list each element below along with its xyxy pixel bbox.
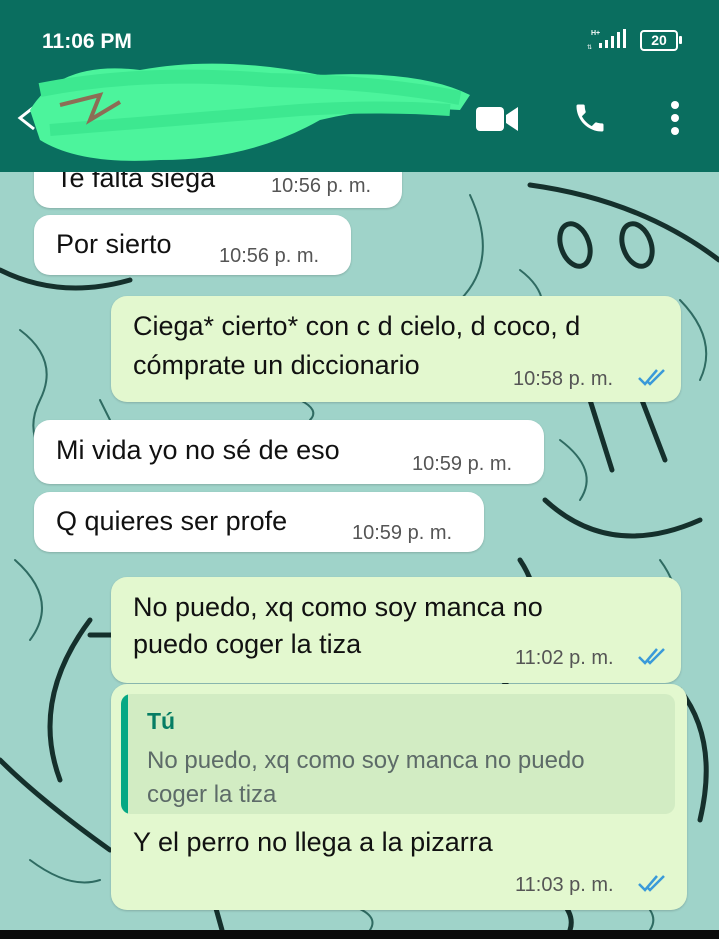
svg-text:⇅: ⇅ bbox=[587, 45, 592, 50]
chat-screen: 11:06 PM H+ ⇅ 20 Te falta siega 10:56 p.… bbox=[0, 0, 719, 930]
quoted-author: Tú bbox=[147, 708, 176, 734]
message-time: 10:56 p. m. bbox=[271, 175, 372, 197]
read-receipt-icon bbox=[637, 643, 669, 674]
message-time: 10:59 p. m. bbox=[412, 453, 513, 475]
incoming-message[interactable]: Mi vida yo no sé de eso 10:59 p. m. bbox=[34, 420, 544, 484]
signal-icon: H+ ⇅ bbox=[587, 28, 631, 55]
message-text-line-1: No puedo, xq como soy manca no bbox=[133, 592, 543, 622]
svg-text:H+: H+ bbox=[591, 30, 600, 37]
incoming-message[interactable]: Por sierto 10:56 p. m. bbox=[34, 215, 351, 275]
screen-bottom-edge bbox=[0, 930, 719, 939]
message-time: 11:03 p. m. bbox=[515, 874, 614, 896]
battery-tip bbox=[679, 36, 682, 44]
read-receipt-icon bbox=[637, 364, 669, 395]
more-options-icon[interactable] bbox=[668, 100, 682, 141]
message-text-line-2: puedo coger la tiza bbox=[133, 629, 362, 659]
quoted-text-line-2: coger la tiza bbox=[147, 781, 277, 808]
redacted-contact-name[interactable] bbox=[20, 50, 480, 175]
message-time: 10:58 p. m. bbox=[513, 368, 614, 390]
message-text: Q quieres ser profe bbox=[56, 506, 288, 536]
voice-call-icon[interactable] bbox=[572, 100, 608, 141]
outgoing-message[interactable]: No puedo, xq como soy manca no puedo cog… bbox=[111, 577, 681, 683]
message-time: 10:59 p. m. bbox=[352, 522, 453, 544]
video-call-icon[interactable] bbox=[474, 104, 520, 139]
message-time: 10:56 p. m. bbox=[219, 245, 320, 267]
message-text-line-1: Ciega* cierto* con c d cielo, d coco, d bbox=[133, 311, 581, 341]
read-receipt-icon bbox=[637, 870, 669, 901]
quoted-text-line-1: No puedo, xq como soy manca no puedo bbox=[147, 747, 585, 774]
message-text: Mi vida yo no sé de eso bbox=[56, 435, 340, 465]
message-text: Por sierto bbox=[56, 229, 172, 259]
message-text: Y el perro no llega a la pizarra bbox=[133, 827, 493, 857]
incoming-message[interactable]: Q quieres ser profe 10:59 p. m. bbox=[34, 492, 484, 552]
quote-accent-bar bbox=[121, 694, 128, 814]
message-time: 11:02 p. m. bbox=[515, 647, 614, 669]
outgoing-message[interactable]: Ciega* cierto* con c d cielo, d coco, d … bbox=[111, 296, 681, 402]
battery-indicator: 20 bbox=[640, 30, 678, 51]
quoted-message[interactable]: Tú No puedo, xq como soy manca no puedo … bbox=[121, 694, 675, 814]
chat-header: 11:06 PM H+ ⇅ 20 bbox=[0, 0, 719, 172]
message-text-line-2: cómprate un diccionario bbox=[133, 350, 420, 380]
outgoing-reply-message[interactable]: Tú No puedo, xq como soy manca no puedo … bbox=[111, 684, 687, 910]
